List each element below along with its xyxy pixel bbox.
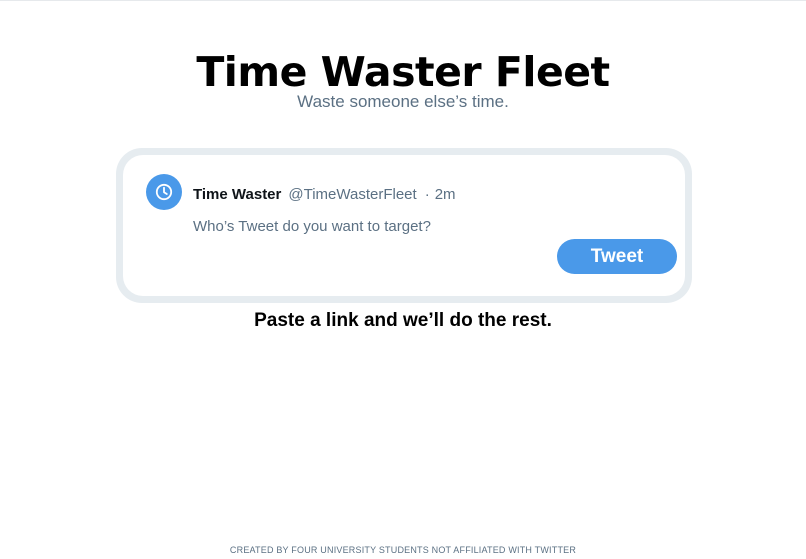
clock-icon [155,183,173,201]
top-divider [0,0,806,1]
page-subtitle: Waste someone else’s time. [297,92,509,111]
tweet-header: Time Waster @TimeWasterFleet · 2m [193,184,456,204]
tweet-composer-card: Time Waster @TimeWasterFleet · 2m Tweet [116,148,692,303]
footer-disclaimer: CREATED BY FOUR UNIVERSITY STUDENTS NOT … [229,545,577,555]
tagline: Paste a link and we’ll do the rest. [254,310,552,331]
page-title: Time Waster Fleet [196,48,610,96]
tweet-button[interactable]: Tweet [557,239,677,274]
avatar [146,174,182,210]
timestamp: 2m [434,185,456,203]
separator-dot: · [424,185,430,203]
user-handle: @TimeWasterFleet [288,185,417,203]
tweet-composer-body: Time Waster @TimeWasterFleet · 2m Tweet [123,155,685,296]
tweet-link-input[interactable] [193,215,573,237]
display-name: Time Waster [193,185,282,203]
